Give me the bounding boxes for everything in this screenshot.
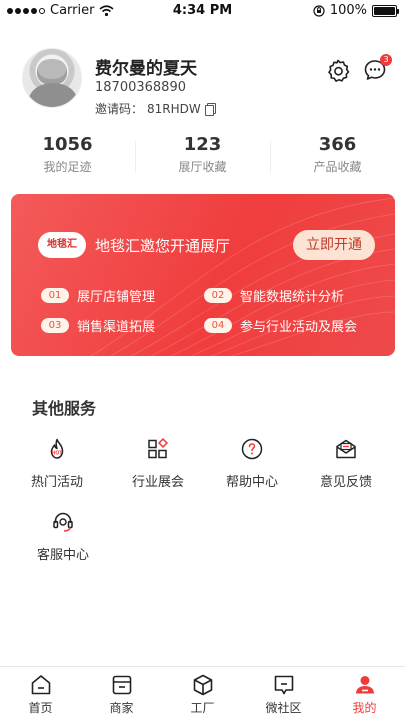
benefit-item: 04 参与行业活动及展会 [204, 316, 357, 335]
benefit-number: 04 [204, 318, 232, 333]
benefit-number: 02 [204, 288, 232, 303]
benefit-text: 智能数据统计分析 [240, 290, 345, 305]
benefit-number: 03 [41, 318, 69, 333]
stats-row: 1056 我的足迹 123 展厅收藏 366 产品收藏 [0, 133, 405, 181]
svg-text:HOT: HOT [52, 451, 63, 457]
benefit-text: 参与行业活动及展会 [240, 320, 358, 335]
tab-merchants[interactable]: 商家 [81, 667, 162, 720]
invite-label: 邀请码： [95, 102, 144, 116]
user-name: 费尔曼的夏天 [95, 59, 197, 79]
profile-icon [355, 676, 374, 694]
tab-mine[interactable]: 我的 [324, 667, 405, 720]
tab-home[interactable]: 首页 [0, 667, 81, 720]
tab-factory[interactable]: 工厂 [162, 667, 243, 720]
benefit-item: 01 展厅店铺管理 [41, 286, 155, 305]
stat-value: 1056 [42, 134, 93, 155]
battery-percent: 100% [329, 3, 367, 18]
stat-value: 366 [318, 134, 357, 155]
benefit-item: 02 智能数据统计分析 [204, 286, 344, 305]
service-hot-activity[interactable]: HOT 热门活动 [9, 437, 105, 499]
factory-cube-icon [193, 674, 212, 696]
status-bar: Carrier 4:34 PM 100% [0, 0, 405, 22]
service-industry-expo[interactable]: 行业展会 [110, 437, 206, 499]
settings-icon [328, 59, 350, 82]
home-icon [31, 675, 50, 695]
status-right: 100% [313, 3, 399, 18]
service-label: 帮助中心 [225, 475, 278, 490]
user-phone: 18700368890 [95, 80, 186, 95]
rotation-lock-icon [313, 4, 325, 17]
service-label: 行业展会 [131, 475, 184, 490]
service-help-center[interactable]: 帮助中心 [204, 437, 300, 499]
settings-button[interactable] [325, 58, 351, 84]
tab-community[interactable]: 微社区 [243, 667, 324, 720]
brand-logo: 地毯汇 [38, 232, 86, 258]
section-title-other-services: 其他服务 [32, 399, 97, 418]
benefit-text: 展厅店铺管理 [77, 290, 156, 305]
tab-label: 我的 [352, 701, 377, 715]
open-now-button[interactable]: 立即开通 [293, 230, 375, 260]
service-customer-service[interactable]: 客服中心 [15, 510, 111, 572]
community-icon [274, 675, 293, 695]
benefit-text: 销售渠道拓展 [77, 320, 156, 335]
expo-grid-icon [148, 437, 169, 459]
feedback-icon [336, 439, 356, 459]
stat-label: 产品收藏 [313, 160, 362, 174]
tab-label: 微社区 [265, 701, 302, 715]
benefit-item: 03 销售渠道拓展 [41, 316, 155, 335]
battery-icon [372, 4, 399, 17]
tab-label: 商家 [109, 701, 134, 715]
stat-product-favorites[interactable]: 366 产品收藏 [270, 133, 405, 181]
hot-activity-icon: HOT [50, 438, 64, 459]
invite-code-row: 邀请码： 81RHDW [95, 100, 216, 117]
service-label: 客服中心 [36, 548, 89, 563]
open-showroom-banner[interactable]: 地毯汇 地毯汇邀您开通展厅 立即开通 01 展厅店铺管理 02 智能数据统计分析… [11, 194, 395, 356]
tab-label: 工厂 [190, 701, 215, 715]
battery-level [374, 6, 395, 15]
stat-value: 123 [183, 134, 222, 155]
customer-service-icon [53, 512, 73, 532]
help-icon [241, 438, 263, 460]
avatar[interactable] [22, 48, 82, 108]
service-label: 意见反馈 [319, 475, 372, 490]
message-button[interactable]: 3 [363, 54, 392, 84]
service-feedback[interactable]: 意见反馈 [298, 437, 394, 499]
stat-footprints[interactable]: 1056 我的足迹 [0, 133, 135, 181]
service-label: 热门活动 [30, 475, 83, 490]
shop-icon [112, 675, 131, 695]
stat-label: 展厅收藏 [178, 160, 227, 174]
profile-header: 费尔曼的夏天 18700368890 邀请码： 81RHDW 3 [22, 48, 392, 118]
stat-showroom-favorites[interactable]: 123 展厅收藏 [135, 133, 270, 181]
message-badge: 3 [380, 54, 392, 66]
stat-label: 我的足迹 [43, 160, 92, 174]
tab-label: 首页 [28, 701, 53, 715]
bottom-tab-bar: 首页 商家 工厂 微社区 我的 [0, 666, 405, 720]
copy-icon[interactable] [204, 103, 216, 116]
banner-title: 地毯汇邀您开通展厅 [95, 237, 231, 255]
benefit-number: 01 [41, 288, 69, 303]
invite-code: 81RHDW [147, 101, 201, 116]
